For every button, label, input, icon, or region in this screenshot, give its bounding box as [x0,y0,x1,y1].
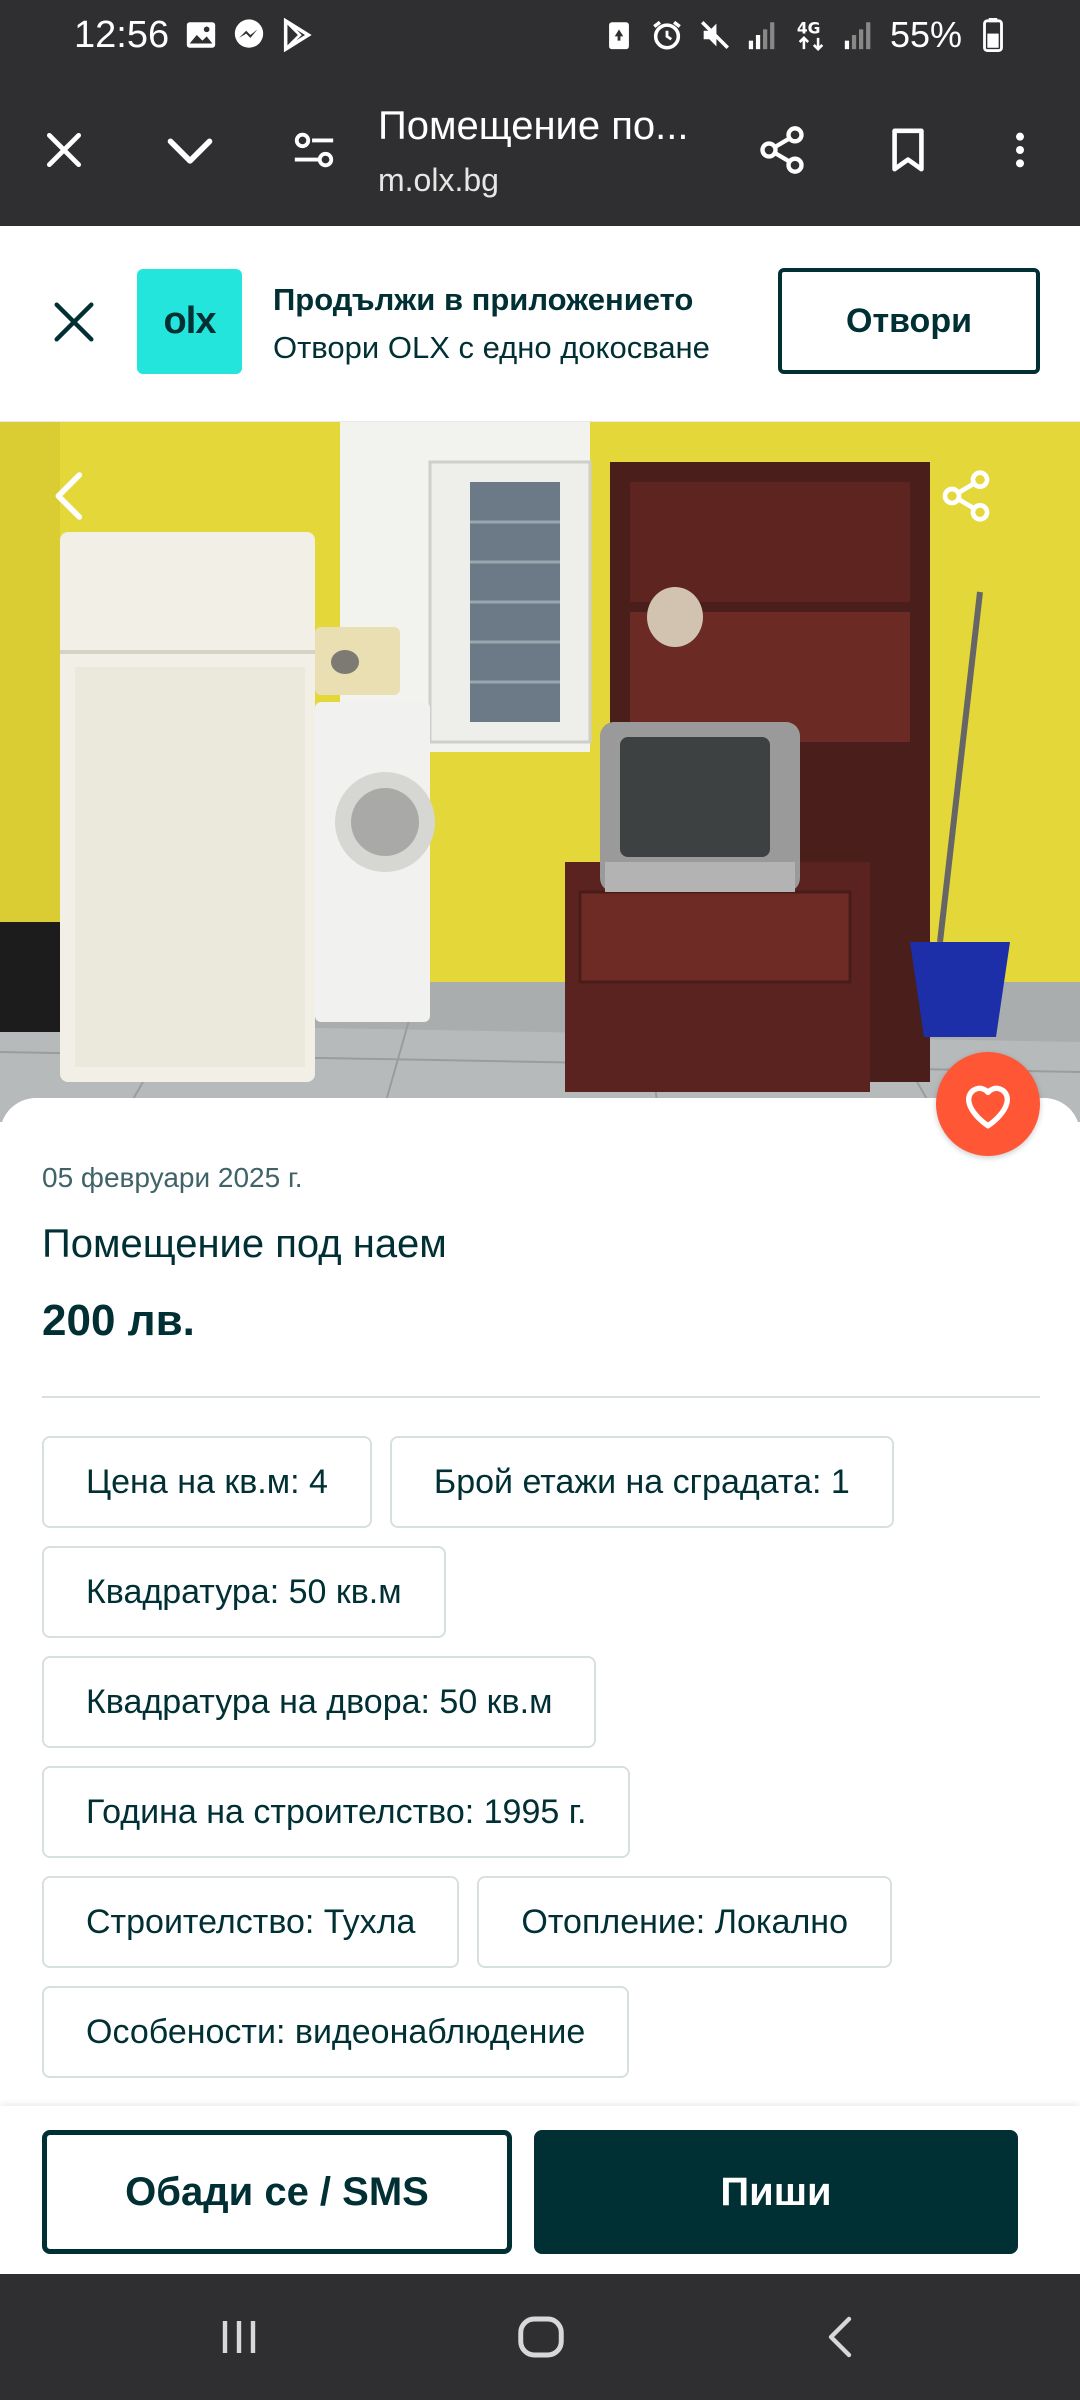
tune-icon [294,132,334,168]
olx-logo: olx [137,269,242,374]
gallery-icon [186,22,216,48]
attribute-row: Квадратура на двора: 50 кв.м [42,1656,1042,1748]
home-icon [518,2316,564,2358]
olx-logo-text: olx [163,300,217,342]
messenger-icon [234,19,264,48]
attribute-row: Година на строителство: 1995 г. [42,1766,1042,1858]
call-sms-button[interactable]: Обади се / SMS [42,2130,512,2254]
listing-title: Помещение под наем [42,1222,447,1266]
attribute-chip-floors: Брой етажи на сградата: 1 [389,1436,894,1528]
heart-icon [966,1085,1010,1129]
battery-icon [983,18,1003,52]
listing-date: 05 февруари 2025 г. [42,1162,303,1193]
recents-icon [222,2321,256,2353]
share-icon [942,470,990,522]
chevron-left-icon [55,472,83,520]
close-icon [46,132,82,168]
close-tab-button[interactable] [34,120,94,180]
status-time: 12:56 [74,14,170,56]
photo-back-button[interactable] [30,456,110,536]
browser-toolbar: Помещение по... m.olx.bg [0,76,1080,226]
listing-price: 200 лв. [42,1296,195,1345]
attribute-row: Цена на кв.м: 4 Брой етажи на сградата: … [42,1436,1042,1528]
status-notification-icons [184,18,314,52]
signal-icon [748,22,775,50]
chevron-down-icon [167,138,213,164]
bookmark-button[interactable] [878,120,938,180]
status-system-icons: 4G 55% [602,14,1010,56]
divider [42,1396,1040,1398]
attribute-chip-yard-area: Квадратура на двора: 50 кв.м [42,1656,597,1748]
more-options-button[interactable] [990,120,1050,180]
status-bar: 12:56 4G 55% [0,0,1080,76]
site-settings-button[interactable] [284,120,344,180]
more-vertical-icon [1016,132,1024,168]
browser-url[interactable]: m.olx.bg [378,162,499,199]
attribute-row: Квадратура: 50 кв.м [42,1546,1042,1638]
battery-percent: 55% [889,14,962,55]
system-navigation-bar [0,2274,1080,2400]
recent-apps-button[interactable] [204,2302,274,2372]
attribute-chip-price-per-sqm: Цена на кв.м: 4 [42,1436,372,1528]
attribute-chip-heating: Отопление: Локално [477,1876,892,1968]
4g-icon: 4G [797,20,824,51]
attribute-chip-area: Квадратура: 50 кв.м [42,1546,446,1638]
home-button[interactable] [506,2302,576,2372]
banner-title: Продължи в приложението [273,282,694,317]
attribute-row: Особености: видеонаблюдение [42,1986,1042,2078]
minimize-button[interactable] [160,120,220,180]
favorite-button[interactable] [936,1052,1040,1156]
app-banner: olx Продължи в приложението Отвори OLX с… [0,226,1080,422]
back-button[interactable] [808,2302,878,2372]
attribute-list: Цена на кв.м: 4 Брой етажи на сградата: … [42,1436,1042,2096]
share-button[interactable] [752,120,812,180]
banner-close-icon[interactable] [48,296,100,348]
svg-text:4G: 4G [797,20,821,38]
attribute-chip-construction: Строителство: Тухла [42,1876,460,1968]
contact-action-bar: Обади се / SMS Пиши [0,2106,1080,2274]
browser-page-title[interactable]: Помещение по... [378,104,718,149]
back-icon [828,2316,852,2358]
play-store-icon [283,18,312,52]
alarm-icon [653,20,681,50]
listing-photo[interactable] [0,422,1080,1122]
share-icon [760,126,804,174]
write-message-button[interactable]: Пиши [534,2130,1018,2254]
signal-icon-2 [844,22,871,50]
room-photo [0,422,1080,1122]
photo-share-button[interactable] [926,456,1006,536]
attribute-row: Строителство: Тухла Отопление: Локално [42,1876,1042,1968]
attribute-chip-year-built: Година на строителство: 1995 г. [42,1766,631,1858]
attribute-chip-features: Особености: видеонаблюдение [42,1986,630,2078]
mute-icon [700,20,729,50]
banner-subtitle: Отвори OLX с едно докосване [273,330,710,365]
battery-saver-icon [609,22,629,50]
bookmark-icon [892,128,924,172]
open-app-button[interactable]: Отвори [778,268,1040,374]
